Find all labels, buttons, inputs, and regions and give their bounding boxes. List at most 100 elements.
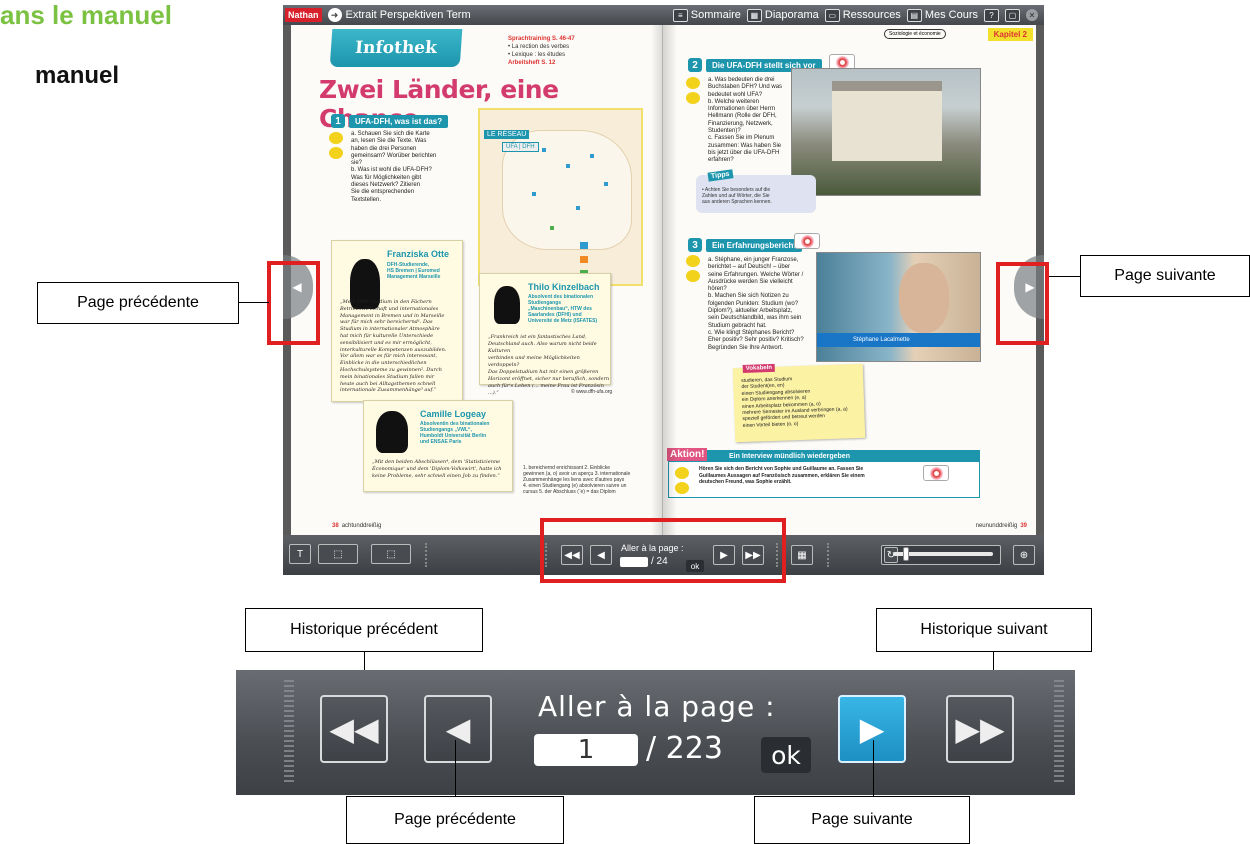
previous-page-button-large[interactable]: ◀	[424, 695, 492, 763]
thumbnail-view-button[interactable]: ▦	[791, 545, 813, 565]
enlarged-navigation-toolbar: ◀◀ ◀ Aller à la page : / 223 ok ▶ ▶▶	[236, 670, 1075, 795]
menu-diaporama[interactable]: ▦ Diaporama	[746, 8, 819, 22]
topic-tag: Soziologie et économie	[884, 29, 946, 39]
page-number: 38	[332, 523, 339, 529]
ref-line: Sprachtraining S. 46-47	[508, 36, 575, 42]
text-line: Horizont eröffnet, sicher nur beruflich,…	[488, 376, 610, 382]
speaking-icon	[686, 92, 700, 104]
callout-line	[455, 740, 456, 796]
forward-circle-icon[interactable]: ➜	[327, 8, 342, 22]
section-number: 2	[688, 58, 702, 72]
text-line: deutschen Freund, was Sophie erzählt.	[699, 479, 792, 485]
person-name: Camille Logeay	[420, 409, 487, 419]
zoom-slider-handle[interactable]	[903, 547, 909, 561]
map-legend-row	[580, 240, 640, 250]
next-page-button-large[interactable]: ▶	[838, 695, 906, 763]
aktion-title: Ein Interview mündlich wiedergeben	[669, 451, 979, 462]
page-heading: ans le manuel	[0, 0, 172, 30]
text-line: a. Stéphane, ein junger Franzose,	[708, 257, 799, 263]
text-line: a. Schauen Sie sich die Karte	[351, 131, 430, 137]
text-line: internationale Zusammenhänge³ auf.“	[340, 387, 437, 394]
courses-icon: ▤	[906, 8, 922, 22]
speaking-icon	[329, 147, 343, 159]
map-label: LE RÉSEAU	[484, 130, 530, 139]
vocabulary-label: Vokabeln	[742, 363, 776, 373]
text-line: war für mich sehr bereichernd¹. Das	[340, 319, 433, 326]
close-icon[interactable]: ✕	[1026, 9, 1038, 21]
footnotes: 1. bereichernd enrichissant 2. Einblicke…	[523, 465, 653, 495]
video-player[interactable]: Stéphane Lacalmette	[816, 252, 981, 362]
vocabulary-note: Vokabeln studieren, das Studium der Stud…	[732, 363, 866, 443]
person-quote: „Mit den beiden Abschlüssen⁴, dem 'Stati…	[372, 459, 512, 480]
text-line: Ausdrücke werden Sie vielleicht	[708, 278, 793, 285]
text-line: Hellmann (Rolle der DFH,	[708, 113, 777, 120]
text-line: „Mit den beiden Abschlüssen⁴, dem 'Stati…	[372, 459, 501, 465]
text-line: seine Erfahrungen. Welche Wörter /	[708, 271, 804, 278]
menu-sommaire[interactable]: ≡ Sommaire	[672, 8, 741, 22]
zoom-area-button[interactable]: ⬚	[318, 544, 358, 564]
page-number-right: neununddreißig 39	[976, 523, 1030, 529]
history-forward-button-large[interactable]: ▶▶	[946, 695, 1014, 763]
text-line: b. Welche weiteren	[708, 98, 759, 105]
play-next-icon: ▶	[859, 711, 885, 747]
person-silhouette	[494, 286, 520, 324]
tips-box: Tipps • Achten Sie besonders auf die Zah…	[696, 169, 816, 213]
help-icon[interactable]: ?	[984, 8, 999, 22]
chapter-badge: Kapitel 2	[987, 28, 1033, 41]
text-line: Vor allem war es für mich interessant,	[340, 353, 438, 360]
goto-page-input-large[interactable]	[534, 734, 638, 766]
text-line: Hochschulsysteme zu gewinnen². Durch	[340, 366, 442, 373]
section-1-header: 1 UFA-DFH, was ist das?	[331, 114, 449, 128]
ref-line: • Lexique : les études	[508, 52, 566, 58]
text-line: sein Deutschlandbild, was ihm sein	[708, 315, 802, 322]
history-back-button-large[interactable]: ◀◀	[320, 695, 388, 763]
fullscreen-icon[interactable]: ▢	[1005, 8, 1020, 22]
text-tool-button[interactable]: T	[289, 544, 311, 564]
list-icon: ≡	[672, 8, 688, 22]
grid-icon: ▦	[797, 549, 807, 561]
audio-track-icon[interactable]	[923, 465, 949, 481]
building-photo	[791, 68, 981, 196]
menu-label: Diaporama	[764, 9, 819, 21]
text-line: sensibilisiert und es mir ermöglicht,	[340, 339, 432, 346]
menu-label: Mes Cours	[924, 9, 978, 21]
profile-card-camille: Camille Logeay Absolventin des binationa…	[363, 400, 513, 492]
ref-line: • La rection des verbes	[508, 44, 570, 50]
highlight-prev-page	[267, 261, 320, 345]
publisher-logo: Nathan	[285, 8, 322, 22]
menu-mes-cours[interactable]: ▤ Mes Cours	[906, 8, 978, 22]
aktion-box: Ein Interview mündlich wiedergeben Aktio…	[667, 448, 980, 498]
text-line: b. Machen Sie sich Notizen zu	[708, 293, 789, 300]
zoom-in-button[interactable]: ⊕	[1013, 545, 1035, 565]
section-2-text: a. Was bedeuten die drei Buchstaben DFH?…	[708, 77, 790, 165]
audio-track-icon[interactable]	[794, 233, 820, 249]
map-marker	[576, 206, 580, 210]
text-line: b. Was ist wohl die UFA-DFH?	[351, 167, 432, 174]
book-gutter	[651, 25, 677, 535]
menu-ressources[interactable]: ▭ Ressources	[824, 8, 901, 22]
listening-icon	[675, 467, 689, 479]
map-marker	[532, 192, 536, 196]
map-marker	[604, 182, 608, 186]
text-line: Management in Bremen und in Marseille	[340, 312, 445, 319]
text-line: Diplom?), aktueller Arbeitsplatz,	[708, 308, 793, 315]
person-silhouette	[376, 411, 408, 453]
toolbar-grip	[284, 680, 294, 785]
text-line: erfahren?	[708, 157, 734, 164]
multi-zoom-button[interactable]: ⬚	[371, 544, 411, 564]
text-line: Studium gebracht hat.	[708, 322, 767, 329]
text-line: cursus 5. der Abschluss (¨e) = das Diplo…	[523, 489, 616, 495]
tips-label: Tipps	[707, 169, 734, 182]
menu-label: Sommaire	[690, 9, 741, 21]
person-affiliation: Absolvent des binationalen Studiengangs …	[528, 294, 597, 324]
page-subheading: manuel	[35, 62, 120, 89]
page-total-large: / 223	[646, 731, 723, 766]
text-line: Sie die entsprechenden	[351, 189, 415, 196]
section-3-text: a. Stéphane, ein junger Franzose, berich…	[708, 257, 816, 352]
text-line: „Frankreich ist ein fantastisches Land,	[488, 334, 587, 340]
callout-history-next: Historique suivant	[876, 608, 1092, 652]
text-line: Begründen Sie Ihre Antwort.	[708, 344, 784, 351]
book-page-right: Soziologie et économie Kapitel 2 2 Die U…	[664, 25, 1036, 535]
goto-ok-button-large[interactable]: ok	[761, 737, 811, 773]
map-marker	[590, 154, 594, 158]
